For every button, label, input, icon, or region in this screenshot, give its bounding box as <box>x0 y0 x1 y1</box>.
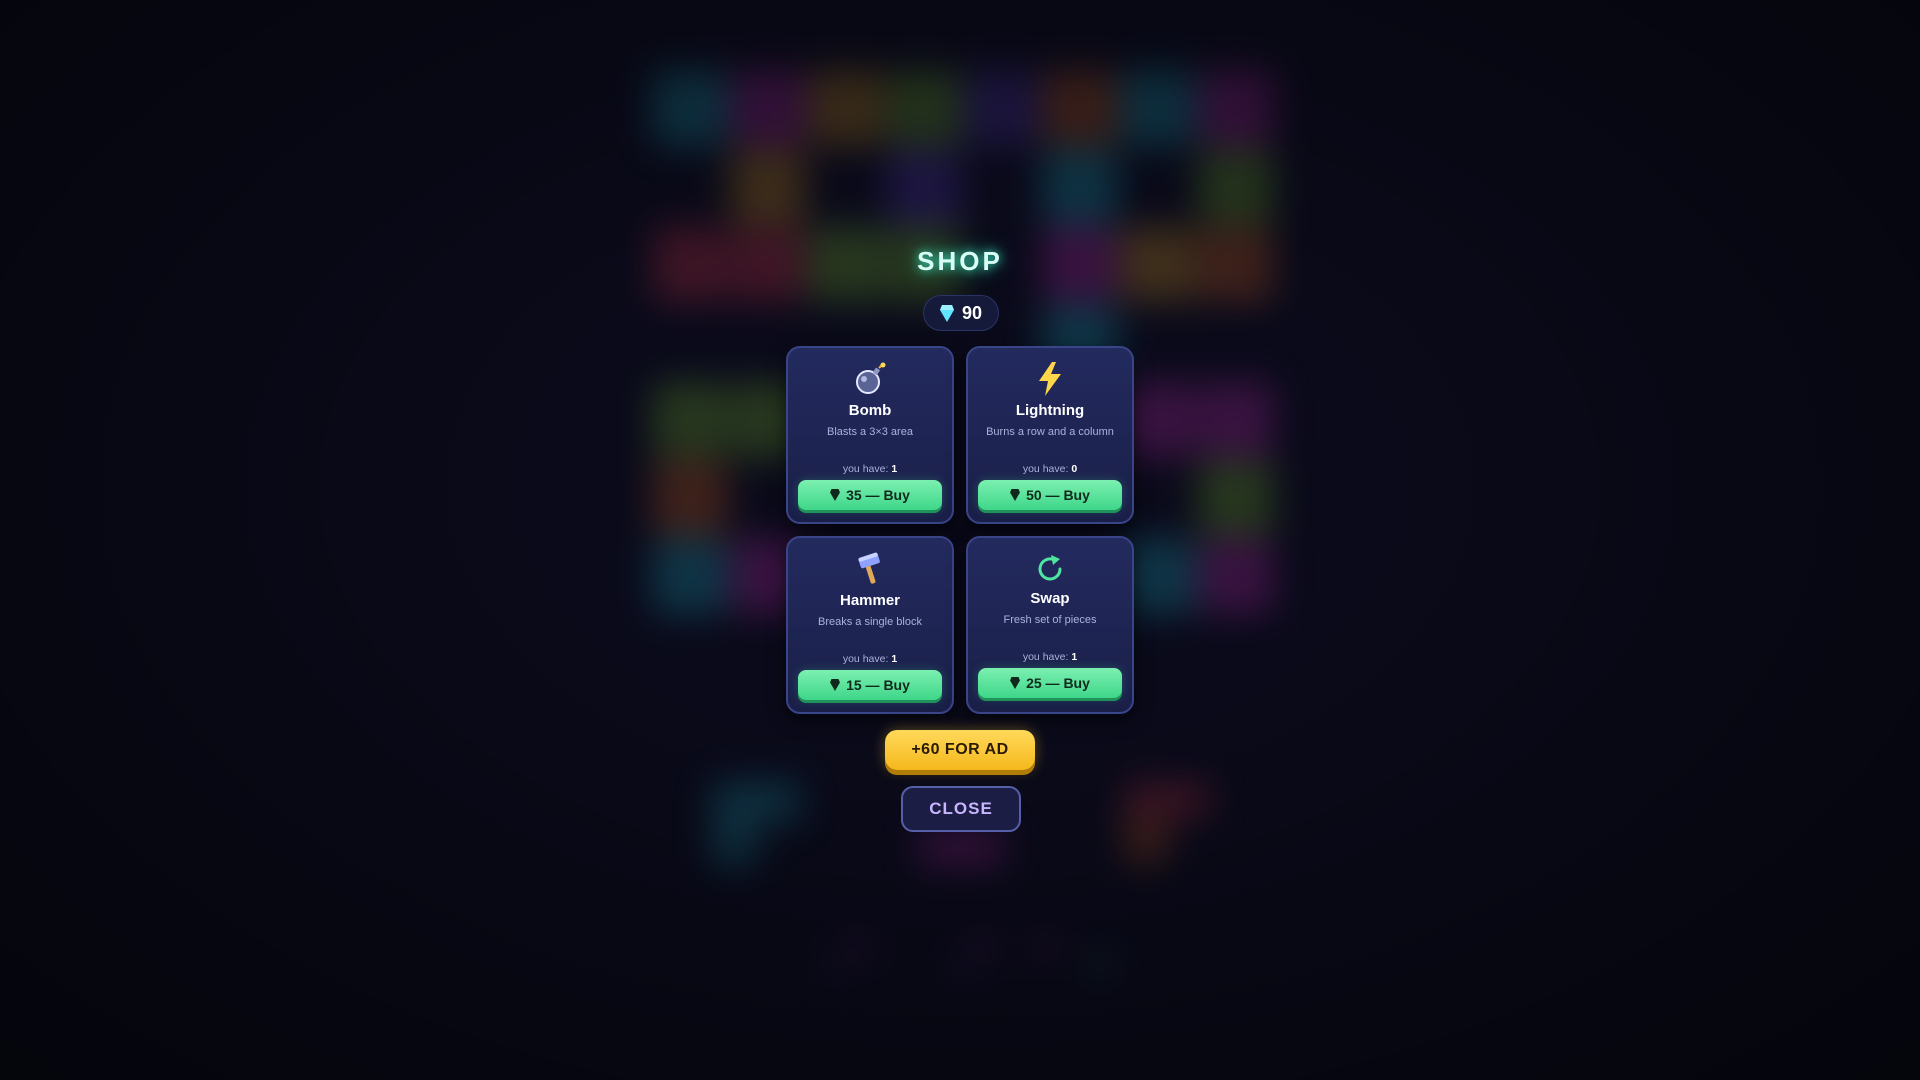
gem-icon <box>1010 677 1021 689</box>
shop-modal: SHOP 90 Bomb Blasts a 3×3 area you have:… <box>0 0 1920 1080</box>
owned-count: 1 <box>891 653 898 665</box>
shop-item-bomb: Bomb Blasts a 3×3 area you have: 1 35 — … <box>786 346 954 524</box>
buy-price: 50 — Buy <box>1026 487 1090 503</box>
shop-title: SHOP <box>917 246 1003 276</box>
item-name: Lightning <box>1015 402 1085 419</box>
item-description: Burns a row and a column <box>986 426 1114 438</box>
gem-count: 90 <box>961 302 983 323</box>
refresh-icon <box>1038 555 1062 581</box>
gem-icon <box>830 679 841 691</box>
owned-label: you have: <box>1022 651 1069 663</box>
watch-ad-button[interactable]: +60 FOR AD <box>885 730 1035 770</box>
buy-bomb-button[interactable]: 35 — Buy <box>798 480 942 510</box>
item-owned: you have: 1 <box>968 651 1132 663</box>
owned-label: you have: <box>842 653 889 665</box>
close-button[interactable]: CLOSE <box>901 786 1021 832</box>
item-owned: you have: 1 <box>788 653 952 665</box>
owned-label: you have: <box>842 463 889 475</box>
shop-item-swap: Swap Fresh set of pieces you have: 1 25 … <box>966 536 1134 714</box>
item-description: Fresh set of pieces <box>1003 614 1097 626</box>
item-description: Blasts a 3×3 area <box>827 426 913 438</box>
shop-item-lightning: Lightning Burns a row and a column you h… <box>966 346 1134 524</box>
item-owned: you have: 0 <box>968 463 1132 475</box>
buy-swap-button[interactable]: 25 — Buy <box>978 668 1122 698</box>
item-name: Hammer <box>839 592 901 609</box>
item-name: Swap <box>1030 590 1070 607</box>
owned-count: 1 <box>1071 651 1078 663</box>
bomb-icon <box>856 362 886 394</box>
owned-count: 1 <box>891 463 898 475</box>
gem-icon <box>830 489 841 501</box>
gem-icon <box>939 304 954 322</box>
lightning-icon <box>1039 362 1061 396</box>
item-description: Breaks a single block <box>818 616 922 628</box>
owned-label: you have: <box>1022 463 1069 475</box>
gem-icon <box>1010 489 1021 501</box>
buy-lightning-button[interactable]: 50 — Buy <box>978 480 1122 510</box>
buy-price: 25 — Buy <box>1026 675 1090 691</box>
owned-count: 0 <box>1071 463 1078 475</box>
shop-item-hammer: Hammer Breaks a single block you have: 1… <box>786 536 954 714</box>
game-screen: SHOP 90 Bomb Blasts a 3×3 area you have:… <box>0 0 1920 1080</box>
buy-price: 15 — Buy <box>846 677 910 693</box>
gem-balance: 90 <box>923 295 999 331</box>
item-owned: you have: 1 <box>788 463 952 475</box>
item-name: Bomb <box>848 402 892 419</box>
buy-hammer-button[interactable]: 15 — Buy <box>798 670 942 700</box>
hammer-icon <box>858 552 880 584</box>
buy-price: 35 — Buy <box>846 487 910 503</box>
